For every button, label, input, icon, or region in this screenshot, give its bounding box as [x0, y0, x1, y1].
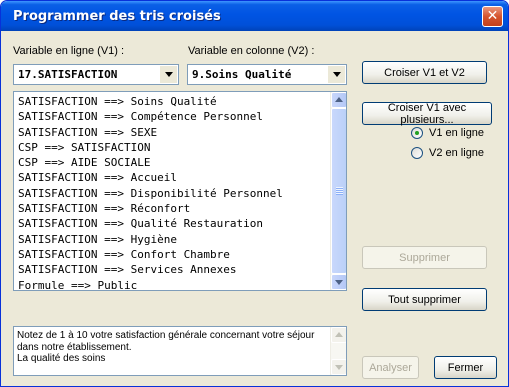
close-icon[interactable]: ✕	[482, 6, 503, 27]
radio-v2-row[interactable]: V2 en ligne	[411, 147, 484, 159]
cross-multiple-button[interactable]: Croiser V1 avec plusieurs...	[362, 102, 492, 126]
window-title: Programmer des tris croisés	[13, 9, 221, 24]
title-bar[interactable]: Programmer des tris croisés ✕	[1, 1, 508, 31]
chevron-down-icon[interactable]	[160, 66, 177, 83]
list-item[interactable]: SATISFACTION ==> Hygiène	[18, 232, 329, 247]
arrow-up-icon[interactable]	[331, 92, 346, 108]
list-item[interactable]: SATISFACTION ==> Confort Chambre	[18, 247, 329, 262]
list-item[interactable]: SATISFACTION ==> Accueil	[18, 170, 329, 185]
chevron-down-icon[interactable]	[328, 66, 345, 83]
description-line-3: La qualité des soins	[17, 353, 106, 364]
list-item[interactable]: SATISFACTION ==> Compétence Personnel	[18, 109, 329, 124]
dialog-window: Programmer des tris croisés ✕ Variable e…	[0, 0, 509, 387]
list-item[interactable]: SATISFACTION ==> Services Annexes	[18, 262, 329, 277]
close-button[interactable]: Fermer	[434, 356, 497, 379]
list-item[interactable]: CSP ==> SATISFACTION	[18, 140, 329, 155]
arrow-down-icon[interactable]	[331, 274, 346, 290]
scrollbar-grip	[336, 187, 343, 195]
cross-button[interactable]: Croiser V1 et V2	[362, 61, 487, 84]
radio-v1-row-input[interactable]	[411, 127, 423, 139]
description-scrollbar[interactable]	[330, 327, 346, 375]
list-item[interactable]: SATISFACTION ==> Soins Qualité	[18, 94, 329, 109]
crosses-items: SATISFACTION ==> Soins Qualité SATISFACTI…	[18, 94, 329, 290]
list-item[interactable]: SATISFACTION ==> Réconfort	[18, 201, 329, 216]
crosses-list[interactable]: SATISFACTION ==> Soins Qualité SATISFACTI…	[13, 91, 347, 291]
radio-v1-row-label: V1 en ligne	[429, 127, 485, 139]
analyze-button[interactable]: Analyser	[362, 356, 419, 379]
description-line-1: Notez de 1 à 10 votre satisfaction génér…	[17, 330, 315, 341]
radio-v1-row[interactable]: V1 en ligne	[411, 127, 484, 139]
list-item[interactable]: CSP ==> AIDE SOCIALE	[18, 155, 329, 170]
radio-v2-row-input[interactable]	[411, 147, 423, 159]
delete-all-button[interactable]: Tout supprimer	[362, 288, 487, 311]
list-item[interactable]: Formule ==> Public	[18, 278, 329, 290]
scrollbar-thumb[interactable]	[331, 108, 346, 274]
list-item[interactable]: SATISFACTION ==> Disponibilité Personnel	[18, 186, 329, 201]
v1-label: Variable en ligne (V1) :	[13, 45, 125, 57]
crosses-scrollbar[interactable]	[330, 92, 346, 290]
v1-select[interactable]: 17.SATISFACTION	[13, 64, 179, 85]
v2-select-value: 9.Soins Qualité	[192, 68, 292, 81]
delete-button[interactable]: Supprimer	[362, 246, 487, 269]
description-box[interactable]: Notez de 1 à 10 votre satisfaction génér…	[13, 326, 347, 376]
radio-v2-row-label: V2 en ligne	[429, 147, 485, 159]
v2-label: Variable en colonne (V2) :	[188, 45, 315, 57]
list-item[interactable]: SATISFACTION ==> SEXE	[18, 125, 329, 140]
v1-select-value: 17.SATISFACTION	[18, 68, 118, 81]
description-line-2: dans notre établissement.	[17, 341, 132, 353]
description-text: Notez de 1 à 10 votre satisfaction génér…	[17, 330, 326, 365]
arrow-up-icon[interactable]	[331, 327, 346, 343]
list-item[interactable]: SATISFACTION ==> Qualité Restauration	[18, 216, 329, 231]
v2-select[interactable]: 9.Soins Qualité	[187, 64, 347, 85]
arrow-down-icon[interactable]	[331, 359, 346, 375]
